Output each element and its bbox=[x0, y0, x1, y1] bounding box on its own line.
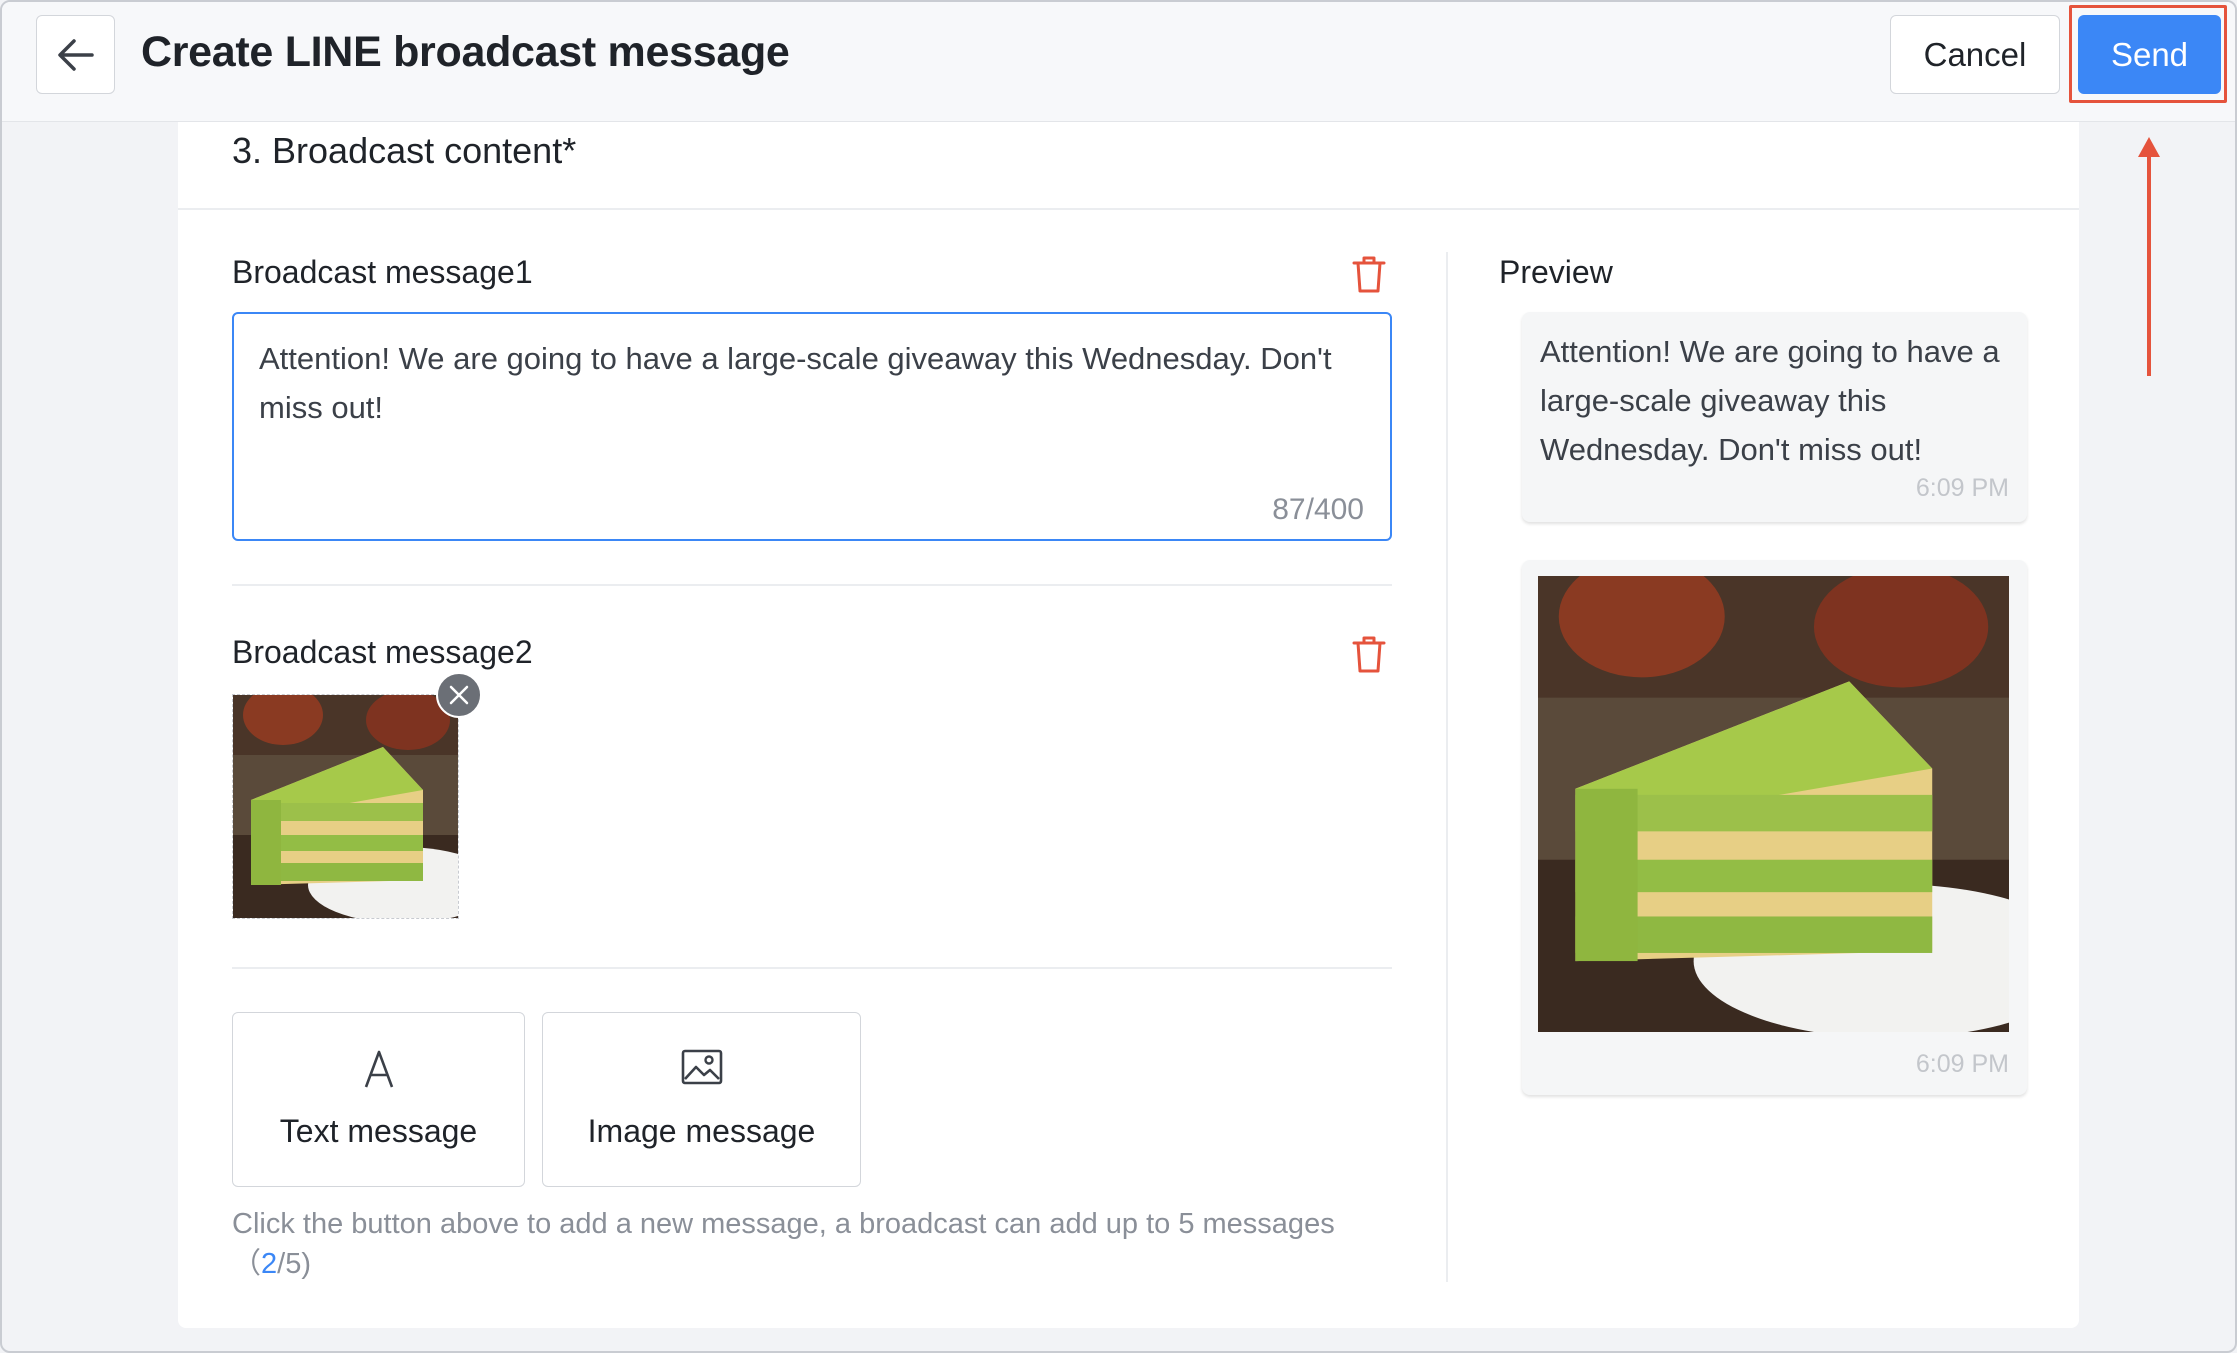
add-image-message-button[interactable]: Image message bbox=[542, 1012, 861, 1187]
arrow-left-icon bbox=[57, 38, 94, 71]
message1-label: Broadcast message1 bbox=[232, 254, 533, 290]
message1-textarea[interactable]: Attention! We are going to have a large-… bbox=[232, 312, 1392, 541]
page-title: Create LINE broadcast message bbox=[141, 28, 790, 76]
app-window: Create LINE broadcast message Cancel Sen… bbox=[0, 0, 2237, 1353]
page-header: Create LINE broadcast message Cancel Sen… bbox=[2, 2, 2235, 122]
add-image-message-label: Image message bbox=[587, 1113, 816, 1149]
divider bbox=[232, 967, 1392, 969]
add-message-hint: Click the button above to add a new mess… bbox=[232, 1204, 1412, 1284]
text-a-icon bbox=[364, 1050, 393, 1088]
add-text-message-label: Text message bbox=[279, 1113, 478, 1149]
preview-text-bubble: Attention! We are going to have a large-… bbox=[1522, 312, 2027, 522]
trash-icon[interactable] bbox=[1351, 254, 1387, 294]
cancel-button[interactable]: Cancel bbox=[1890, 15, 2060, 94]
image-icon bbox=[681, 1049, 722, 1085]
cake-image bbox=[1538, 576, 2009, 1032]
preview-timestamp: 6:09 PM bbox=[1915, 474, 2009, 502]
char-counter: 87/400 bbox=[1272, 493, 1364, 526]
remove-image-button[interactable] bbox=[436, 672, 482, 718]
preview-label: Preview bbox=[1499, 254, 1613, 290]
section-title: 3. Broadcast content* bbox=[232, 130, 577, 171]
trash-icon[interactable] bbox=[1351, 634, 1387, 674]
message1-text: Attention! We are going to have a large-… bbox=[259, 341, 1332, 425]
preview-image bbox=[1538, 576, 2009, 1032]
message-count: 2 bbox=[261, 1248, 278, 1280]
annotation-arrow-line bbox=[2147, 152, 2151, 376]
hint-open: （ bbox=[232, 1248, 262, 1280]
divider bbox=[178, 208, 2079, 210]
message2-label: Broadcast message2 bbox=[232, 634, 533, 670]
divider bbox=[232, 584, 1392, 586]
add-text-message-button[interactable]: Text message bbox=[232, 1012, 525, 1187]
message2-image-thumbnail bbox=[232, 694, 459, 919]
back-button[interactable] bbox=[36, 15, 115, 94]
vertical-divider bbox=[1446, 252, 1448, 1282]
close-icon bbox=[449, 685, 469, 705]
preview-text: Attention! We are going to have a large-… bbox=[1540, 334, 2000, 467]
broadcast-content-card: 3. Broadcast content* Broadcast message1… bbox=[178, 122, 2079, 1328]
message-max: /5) bbox=[277, 1248, 311, 1280]
preview-timestamp: 6:09 PM bbox=[1915, 1050, 2009, 1078]
hint-text: Click the button above to add a new mess… bbox=[232, 1208, 1335, 1240]
cake-image bbox=[233, 695, 458, 918]
send-button[interactable]: Send bbox=[2078, 15, 2221, 94]
preview-image-bubble: 6:09 PM bbox=[1522, 560, 2027, 1095]
